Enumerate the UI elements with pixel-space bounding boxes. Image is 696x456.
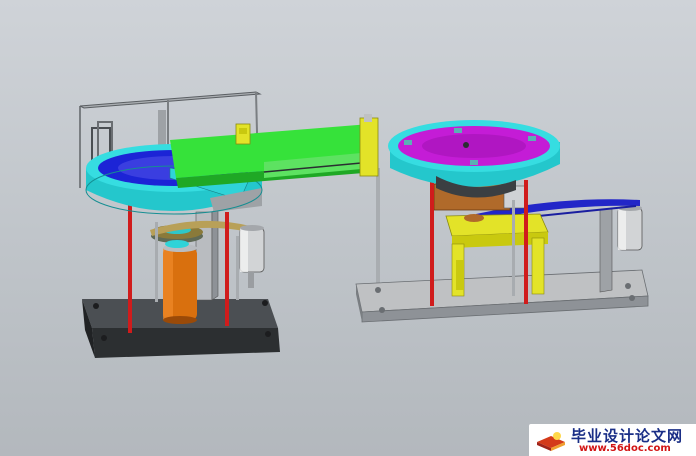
- watermark-url: www.56doc.com: [579, 443, 671, 454]
- right-feeder-disc: [388, 120, 560, 198]
- book-logo-icon: [537, 432, 565, 451]
- vertical-feed-shaft: [359, 114, 380, 298]
- site-watermark: 毕业设计论文网 www.56doc.com: [529, 424, 696, 456]
- left-drive-column: [163, 244, 197, 324]
- left-motor: [239, 225, 265, 288]
- rail-clamp: [235, 123, 251, 145]
- assembly-model: [79, 91, 649, 358]
- cad-viewport[interactable]: 毕业设计论文网 www.56doc.com: [0, 0, 696, 456]
- green-transfer-rail: [170, 124, 376, 188]
